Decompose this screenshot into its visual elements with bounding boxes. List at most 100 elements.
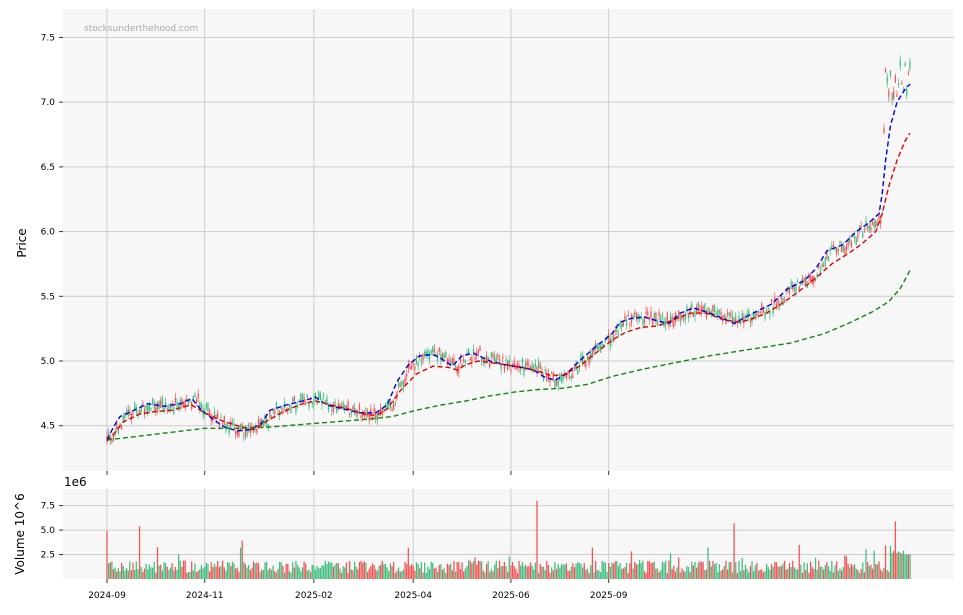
candle-body: [296, 404, 299, 408]
candle-body: [901, 82, 903, 85]
volume-bar: [283, 572, 286, 579]
candle-body: [857, 233, 859, 238]
volume-bar: [780, 565, 782, 579]
watermark: stocksunderthehood.com: [84, 24, 198, 34]
volume-bar: [622, 568, 624, 579]
volume-bar: [764, 571, 766, 579]
volume-bar: [184, 560, 186, 579]
volume-bar: [559, 567, 561, 579]
volume-bar: [420, 562, 422, 579]
candle-body: [143, 408, 146, 416]
volume-bar: [425, 572, 427, 579]
volume-bar: [752, 571, 755, 579]
volume-bar: [687, 566, 690, 579]
candle-body: [896, 94, 898, 97]
volume-bar: [858, 572, 861, 579]
volume-bar: [399, 571, 401, 579]
volume-bar: [813, 568, 815, 579]
price-y-tick-label: 5.0: [41, 357, 56, 367]
volume-bar: [712, 561, 714, 579]
volume-bar: [695, 567, 698, 579]
volume-bar: [218, 567, 221, 579]
volume-bar: [564, 565, 566, 579]
volume-bar: [485, 563, 488, 579]
volume-bar: [614, 561, 616, 579]
candle-body: [870, 227, 872, 231]
candle-body: [235, 431, 237, 435]
candle-body: [292, 398, 294, 402]
volume-bar: [407, 547, 409, 579]
volume-bar: [309, 572, 312, 579]
volume-bar: [520, 565, 522, 579]
volume-bar: [634, 561, 636, 579]
volume-bar: [697, 562, 699, 579]
volume-bar: [280, 562, 282, 579]
candle-body: [624, 315, 626, 320]
volume-bar: [135, 561, 137, 579]
candle-body: [195, 399, 198, 404]
volume-bar: [599, 572, 602, 579]
candle-body: [897, 83, 900, 86]
candle-body: [694, 311, 696, 317]
candle-body: [596, 343, 598, 350]
x-tick-label: 2024-09: [88, 591, 126, 601]
volume-bar: [865, 549, 867, 579]
volume-bar: [129, 561, 131, 579]
volume-bar: [836, 561, 838, 579]
candle-body: [160, 400, 162, 408]
volume-bar: [754, 565, 756, 579]
x-tick-label: 2025-06: [492, 591, 530, 601]
candle-body: [150, 407, 152, 410]
candle-body: [836, 247, 838, 255]
candle-body: [287, 410, 289, 413]
volume-bar: [731, 572, 734, 579]
candle-body: [826, 252, 828, 259]
volume-bar: [593, 572, 595, 579]
candle-body: [528, 363, 530, 366]
x-tick-label: 2025-04: [394, 591, 432, 601]
candle-body: [554, 379, 556, 388]
candle-body: [679, 315, 681, 322]
candle-body: [578, 367, 580, 369]
candle-body: [889, 70, 892, 76]
volume-bar: [125, 568, 128, 579]
volume-bar: [179, 560, 181, 579]
volume-bar: [296, 564, 299, 579]
volume-bar: [578, 563, 580, 579]
candle-body: [726, 312, 729, 315]
candle-body: [894, 75, 896, 83]
volume-bar: [891, 552, 893, 579]
volume-bar: [531, 565, 533, 579]
volume-bar: [505, 565, 507, 579]
price-y-tick-label: 6.5: [41, 163, 55, 173]
volume-bar: [897, 551, 900, 579]
volume-bar: [503, 561, 506, 579]
volume-bar: [163, 562, 165, 579]
volume-bar: [713, 564, 716, 579]
candle-body: [783, 300, 786, 303]
volume-bar: [244, 563, 247, 579]
volume-bar: [318, 568, 320, 579]
volume-bar: [344, 567, 346, 579]
candle-body: [243, 435, 245, 438]
candle-body: [410, 366, 413, 370]
volume-bar: [868, 566, 870, 579]
volume-scale-label: 1e6: [64, 475, 87, 489]
candle-body: [572, 375, 574, 379]
volume-bar: [199, 569, 201, 579]
volume-bar: [205, 562, 207, 579]
candle-body: [148, 404, 150, 411]
volume-bar: [870, 564, 872, 579]
volume-bar: [428, 569, 431, 579]
volume-bar: [472, 561, 475, 579]
volume-bar: [156, 547, 159, 579]
volume-bar: [380, 565, 382, 579]
candle-body: [494, 355, 496, 362]
volume-bar: [682, 570, 685, 579]
volume-bar: [358, 562, 361, 579]
candle-body: [551, 372, 553, 374]
volume-bar: [490, 568, 493, 579]
volume-bar: [169, 567, 172, 579]
volume-bar: [702, 561, 704, 579]
candle-body: [842, 246, 844, 252]
